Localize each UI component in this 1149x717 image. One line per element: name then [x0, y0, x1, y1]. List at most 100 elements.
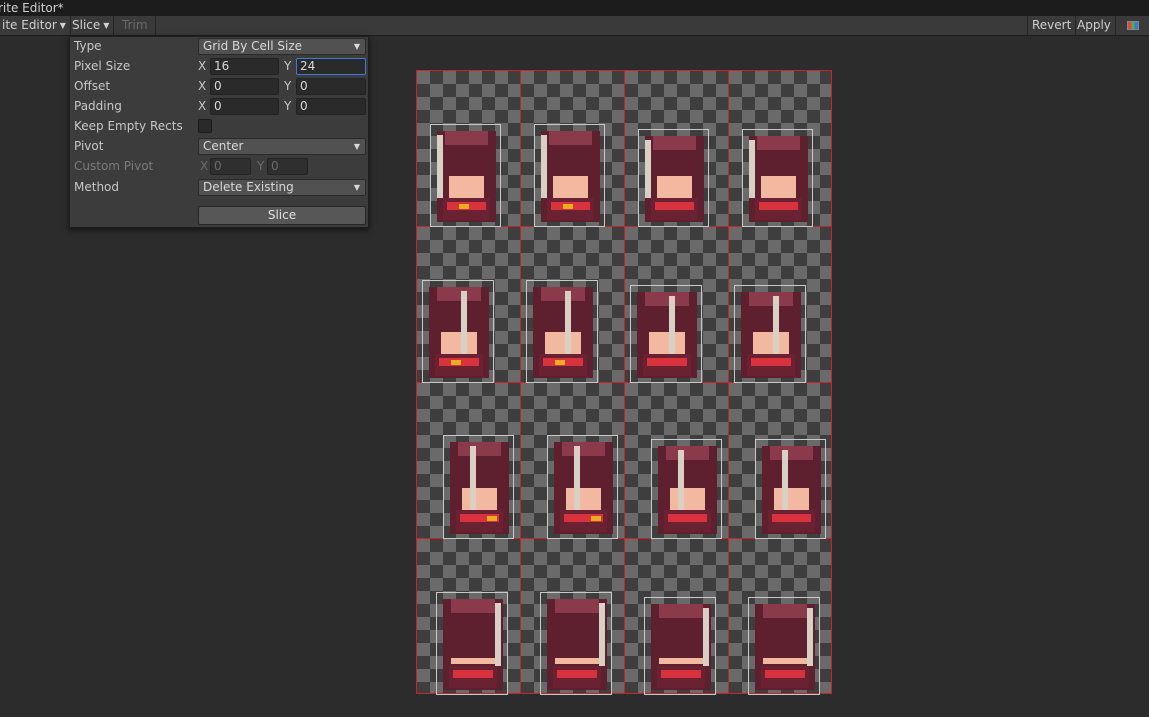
color-channels-icon[interactable]: [1127, 21, 1139, 30]
sprite-belt: [655, 202, 694, 210]
method-label: Method: [74, 180, 120, 194]
sprite-band: [451, 658, 495, 664]
sprite-cell[interactable]: [417, 227, 521, 383]
sprite-cell[interactable]: [625, 539, 729, 695]
sprite-cell[interactable]: [729, 383, 833, 539]
slice-menu-button[interactable]: Slice ▼: [68, 16, 115, 36]
padding-x-axis-label: X: [198, 99, 207, 113]
sprite-sheet[interactable]: [416, 70, 833, 695]
sprite-staff: [645, 140, 651, 198]
sprite-cell[interactable]: [521, 227, 625, 383]
sprite-hair-top: [770, 446, 813, 460]
sprite-hair-top: [541, 287, 585, 301]
padding-y-axis-label: Y: [284, 99, 292, 113]
type-label: Type: [74, 39, 102, 53]
sprite-staff: [574, 446, 580, 510]
sprite-cell[interactable]: [521, 71, 625, 227]
sprite-hair-top: [437, 287, 481, 301]
sprite-hair-top: [445, 131, 488, 145]
sprite-gold-detail: [555, 360, 565, 365]
sprite-staff: [678, 450, 684, 510]
offset-y-field[interactable]: 0: [296, 78, 366, 95]
sprite-staff: [782, 450, 788, 510]
trim-button[interactable]: Trim: [115, 16, 156, 36]
sprite-staff: [807, 608, 813, 666]
custom-pivot-x-field: 0: [210, 158, 251, 175]
window-title: rite Editor*: [0, 1, 64, 15]
sprite-hair-top: [749, 292, 793, 306]
sprite-gold-detail: [451, 360, 461, 365]
sprite-staff: [565, 291, 571, 354]
custom-pivot-y-field: 0: [267, 158, 308, 175]
sprite-hair-top: [451, 599, 495, 613]
sprite-hair-top: [659, 604, 703, 618]
sprite-band: [763, 658, 807, 664]
apply-button[interactable]: Apply: [1073, 16, 1116, 36]
type-dropdown[interactable]: Grid By Cell Size ▼: [198, 38, 366, 55]
sprite-hair-top: [555, 599, 599, 613]
sprite-cell[interactable]: [521, 383, 625, 539]
pixel-size-x-field[interactable]: 16: [210, 58, 279, 75]
sprite-face: [449, 176, 484, 198]
sprite-gold-detail: [487, 516, 497, 521]
padding-x-field[interactable]: 0: [210, 98, 279, 115]
pixel-size-y-field[interactable]: 24: [296, 58, 366, 75]
sprite-cell[interactable]: [417, 71, 521, 227]
sprite-gold-detail: [459, 204, 469, 209]
type-row: Type Grid By Cell Size ▼: [70, 37, 370, 57]
custom-pivot-x-axis-label: X: [200, 159, 209, 173]
pixel-size-row: Pixel Size X 16 Y 24: [70, 57, 370, 77]
sprite-belt: [557, 670, 597, 678]
sprite-belt: [668, 514, 707, 522]
offset-x-field[interactable]: 0: [210, 78, 279, 95]
sprite-rect: [526, 280, 598, 383]
pixel-size-y-axis-label: Y: [284, 59, 292, 73]
sprite-cell[interactable]: [521, 539, 625, 695]
sprite-cell[interactable]: [729, 71, 833, 227]
sprite-cell[interactable]: [625, 71, 729, 227]
sprite-cell[interactable]: [729, 227, 833, 383]
offset-label: Offset: [74, 79, 111, 93]
sprite-band: [555, 658, 599, 664]
type-value: Grid By Cell Size: [203, 39, 303, 53]
pivot-label: Pivot: [74, 139, 104, 153]
sprite-belt: [772, 514, 811, 522]
method-row: Method Delete Existing ▼: [70, 178, 370, 198]
pixel-size-label: Pixel Size: [74, 59, 131, 73]
sprite-hair-top: [645, 292, 689, 306]
sprite-staff: [461, 291, 467, 354]
sprite-rect: [748, 597, 820, 695]
sprite-face: [761, 176, 796, 198]
sprite-belt: [751, 358, 791, 366]
method-dropdown[interactable]: Delete Existing ▼: [198, 179, 366, 196]
sprite-belt: [453, 670, 493, 678]
chevron-down-icon: ▼: [103, 21, 110, 30]
pivot-row: Pivot Center ▼: [70, 137, 370, 157]
sprite-rect: [534, 124, 605, 227]
window-title-bar: rite Editor*: [0, 0, 1149, 16]
sprite-rect: [430, 124, 501, 227]
pivot-dropdown[interactable]: Center ▼: [198, 138, 366, 155]
sprite-staff: [495, 603, 501, 666]
sprite-cell[interactable]: [625, 383, 729, 539]
revert-button[interactable]: Revert: [1027, 16, 1077, 36]
sprite-gold-detail: [563, 204, 573, 209]
apply-label: Apply: [1077, 18, 1111, 32]
editor-mode-dropdown[interactable]: ite Editor ▼: [0, 16, 71, 36]
sprite-gold-detail: [591, 516, 601, 521]
sprite-staff: [773, 296, 779, 354]
offset-y-axis-label: Y: [284, 79, 292, 93]
slice-button[interactable]: Slice: [198, 206, 366, 225]
sprite-belt: [759, 202, 798, 210]
chevron-down-icon: ▼: [59, 21, 66, 30]
keep-empty-checkbox[interactable]: [198, 119, 212, 133]
sprite-rect: [443, 435, 514, 539]
sprite-cell[interactable]: [625, 227, 729, 383]
sprite-cell[interactable]: [729, 539, 833, 695]
sprite-cell[interactable]: [417, 383, 521, 539]
sprite-face: [441, 332, 477, 354]
padding-y-field[interactable]: 0: [296, 98, 366, 115]
sprite-staff: [749, 140, 755, 198]
sprite-face: [545, 332, 581, 354]
sprite-cell[interactable]: [417, 539, 521, 695]
